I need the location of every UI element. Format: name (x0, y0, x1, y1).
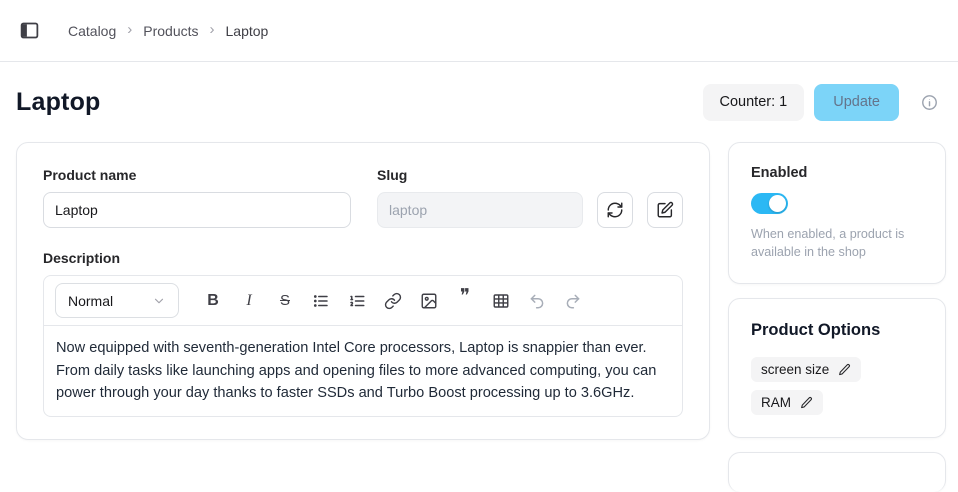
rich-text-editor: Normal B I S (43, 275, 683, 417)
pencil-icon (838, 363, 851, 376)
counter-button[interactable]: Counter: 1 (703, 84, 805, 121)
paragraph-style-select[interactable]: Normal (55, 283, 179, 318)
page-title: Laptop (16, 88, 101, 117)
slug-label: Slug (377, 167, 683, 183)
bold-icon: B (207, 292, 219, 310)
blockquote-button[interactable]: ❞ (447, 284, 483, 318)
page-actions: Counter: 1 Update (703, 84, 942, 121)
ordered-list-icon (348, 292, 366, 310)
info-icon (921, 94, 938, 111)
italic-button[interactable]: I (231, 284, 267, 318)
table-button[interactable] (483, 284, 519, 318)
redo-button[interactable] (555, 284, 591, 318)
pencil-icon (800, 396, 813, 409)
slug-field-group: Slug (377, 167, 683, 228)
undo-button[interactable] (519, 284, 555, 318)
breadcrumb: Catalog › Products › Laptop (68, 22, 268, 39)
product-form-card: Product name Slug (16, 142, 710, 440)
link-button[interactable] (375, 284, 411, 318)
edit-pencil-square-icon (656, 201, 674, 219)
undo-icon (528, 292, 546, 310)
chevron-down-icon (152, 294, 166, 308)
description-label: Description (43, 250, 683, 266)
strikethrough-button[interactable]: S (267, 284, 303, 318)
bold-button[interactable]: B (195, 284, 231, 318)
page-header: Laptop Counter: 1 Update (0, 83, 958, 121)
product-name-label: Product name (43, 167, 351, 183)
breadcrumb-products[interactable]: Products (143, 23, 198, 39)
editor-toolbar: Normal B I S (44, 276, 682, 326)
update-button[interactable]: Update (814, 84, 899, 121)
refresh-icon (606, 201, 624, 219)
top-bar: Catalog › Products › Laptop (0, 0, 958, 62)
edit-slug-button[interactable] (647, 192, 683, 228)
breadcrumb-separator-icon: › (127, 22, 132, 39)
enabled-help-text: When enabled, a product is available in … (751, 226, 923, 261)
breadcrumb-separator-icon: › (210, 22, 215, 39)
description-editor-content[interactable]: Now equipped with seventh-generation Int… (44, 326, 682, 416)
product-options-title: Product Options (751, 321, 923, 340)
paragraph-style-value: Normal (68, 293, 113, 309)
italic-icon: I (246, 292, 251, 310)
bullet-list-button[interactable] (303, 284, 339, 318)
bullet-list-icon (312, 292, 330, 310)
product-options-card: Product Options screen size RAM (728, 298, 946, 438)
image-button[interactable] (411, 284, 447, 318)
info-button[interactable] (916, 89, 942, 115)
enabled-toggle[interactable] (751, 193, 788, 214)
link-icon (384, 292, 402, 310)
image-icon (420, 292, 438, 310)
slug-input[interactable] (377, 192, 583, 228)
enabled-card: Enabled When enabled, a product is avail… (728, 142, 946, 284)
breadcrumb-current: Laptop (226, 23, 269, 39)
regenerate-slug-button[interactable] (597, 192, 633, 228)
option-label: screen size (761, 362, 829, 377)
breadcrumb-catalog[interactable]: Catalog (68, 23, 116, 39)
quote-icon: ❞ (460, 297, 470, 305)
enabled-label: Enabled (751, 165, 923, 181)
sidebar-toggle-button[interactable] (16, 18, 42, 44)
option-chip-screen-size[interactable]: screen size (751, 357, 861, 382)
panel-left-icon (19, 20, 40, 41)
table-icon (492, 292, 510, 310)
option-label: RAM (761, 395, 791, 410)
next-card-partial (728, 452, 946, 492)
ordered-list-button[interactable] (339, 284, 375, 318)
redo-icon (564, 292, 582, 310)
product-name-field-group: Product name (43, 167, 351, 228)
toggle-knob-icon (769, 195, 786, 212)
strikethrough-icon: S (280, 292, 290, 309)
option-chip-ram[interactable]: RAM (751, 390, 823, 415)
product-name-input[interactable] (43, 192, 351, 228)
